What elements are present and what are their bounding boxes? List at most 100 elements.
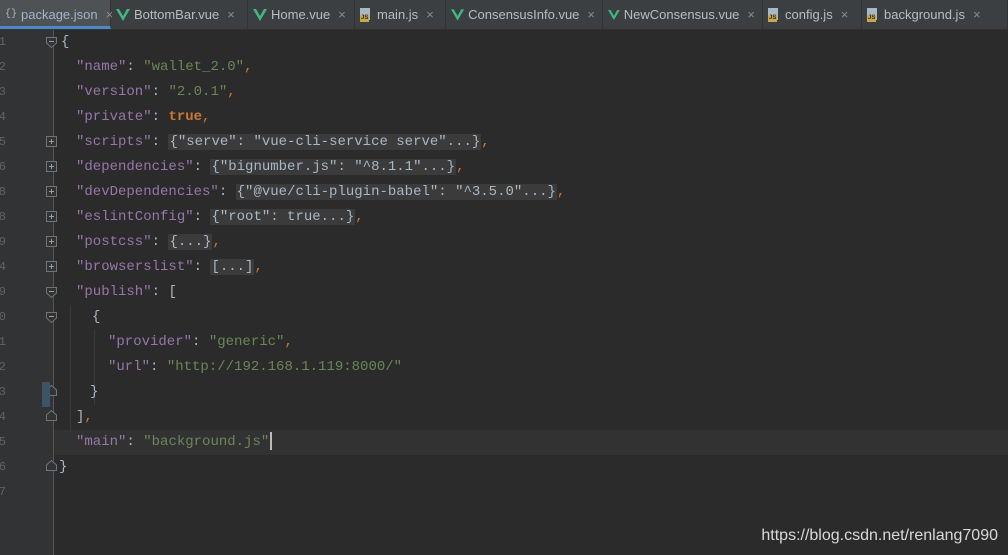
json-string: "2.0.1" [168, 84, 228, 100]
line-number: 4 [0, 410, 6, 424]
json-key: "name" [76, 59, 127, 75]
tab-label: BottomBar.vue [134, 7, 220, 22]
tab-label: Home.vue [271, 7, 331, 22]
code-line: "eslintConfig": {"root": true...}, [76, 209, 364, 225]
json-key: "provider" [108, 334, 193, 350]
code-line: } [59, 455, 1008, 480]
json-key: "scripts" [76, 134, 152, 150]
brace: } [59, 459, 68, 475]
line-number: 7 [0, 485, 6, 499]
tab-label: config.js [785, 7, 833, 22]
change-marker [42, 382, 50, 407]
json-key: "dependencies" [76, 159, 194, 175]
close-icon[interactable]: × [587, 7, 595, 22]
folded-region[interactable]: [...] [210, 259, 255, 275]
editor-gutter: 1 2 3 4 5 6 8 8 9 4 9 0 1 2 3 4 5 6 7 [0, 30, 57, 555]
vue-file-icon [253, 8, 267, 21]
close-icon[interactable]: × [338, 7, 346, 22]
line-number: 4 [0, 260, 6, 274]
folded-region[interactable]: {"serve": "vue-cli-service serve"...} [168, 134, 482, 150]
folded-region[interactable]: {"@vue/cli-plugin-babel": "^3.5.0"...} [235, 184, 557, 200]
json-file-icon: {} [5, 9, 18, 20]
code-line: "devDependencies": {"@vue/cli-plugin-bab… [76, 184, 566, 200]
tab-label: ConsensusInfo.vue [468, 7, 580, 22]
code-line: "browserslist": [...], [76, 259, 263, 275]
close-icon[interactable]: × [426, 7, 434, 22]
line-number: 0 [0, 310, 6, 324]
brace: { [61, 34, 70, 50]
code-line-current: "main": "background.js" [54, 430, 1008, 455]
json-key: "url" [108, 359, 151, 375]
close-icon[interactable]: × [747, 7, 755, 22]
line-number: 5 [0, 435, 6, 449]
code-editor[interactable]: { "name": "wallet_2.0", "version": "2.0.… [54, 30, 1008, 555]
tab-label: NewConsensus.vue [623, 7, 740, 22]
line-number: 6 [0, 460, 6, 474]
json-string: "generic" [208, 334, 285, 350]
text-caret [270, 432, 273, 451]
vue-file-icon [451, 8, 465, 21]
line-number: 2 [0, 360, 6, 374]
json-key: "version" [76, 84, 152, 100]
js-file-icon: JS [768, 7, 781, 22]
json-key: "eslintConfig" [76, 209, 194, 225]
code-line: "url": "http://192.168.1.119:8000/" [108, 359, 403, 375]
code-line: "name": "wallet_2.0", [76, 59, 253, 75]
tab-home-vue[interactable]: Home.vue × [248, 0, 355, 29]
code-line: "provider": "generic", [108, 334, 293, 350]
line-number: 8 [0, 185, 6, 199]
line-number: 9 [0, 235, 6, 249]
close-icon[interactable]: × [841, 7, 849, 22]
code-line: "publish": [ [76, 284, 177, 300]
line-number: 6 [0, 160, 6, 174]
line-number: 1 [0, 35, 6, 49]
line-number: 2 [0, 60, 6, 74]
tab-package-json[interactable]: {} package.json × [0, 0, 113, 29]
vue-file-icon [608, 9, 620, 20]
code-line: "private": true, [76, 109, 211, 125]
json-key: "private" [76, 109, 152, 125]
tab-config-js[interactable]: JS config.js × [763, 0, 862, 29]
js-file-icon: JS [867, 7, 880, 22]
folded-region[interactable]: {...} [168, 234, 213, 250]
code-line: "scripts": {"serve": "vue-cli-service se… [76, 134, 490, 150]
line-number: 3 [0, 85, 6, 99]
tab-bottombar-vue[interactable]: BottomBar.vue × [111, 0, 248, 29]
json-key: "main" [76, 434, 127, 450]
code-line: "version": "2.0.1", [76, 84, 236, 100]
tab-label: main.js [377, 7, 419, 22]
bracket: [ [168, 284, 177, 300]
editor-tab-bar: {} package.json × BottomBar.vue × Home.v… [0, 0, 1008, 30]
brace: { [92, 309, 101, 325]
tab-label: background.js [884, 7, 965, 22]
close-icon[interactable]: × [973, 7, 981, 22]
watermark: https://blog.csdn.net/renlang7090 [761, 527, 998, 544]
js-file-icon: JS [360, 7, 373, 22]
json-string: "wallet_2.0" [143, 59, 245, 75]
code-line: "dependencies": {"bignumber.js": "^8.1.1… [76, 159, 465, 175]
json-key: "devDependencies" [76, 184, 219, 200]
line-number: 8 [0, 210, 6, 224]
code-line: } [90, 380, 1008, 405]
json-key: "publish" [76, 284, 152, 300]
close-icon[interactable]: × [227, 7, 235, 22]
vue-file-icon [116, 8, 130, 21]
line-number: 5 [0, 135, 6, 149]
code-line: ], [76, 409, 93, 425]
tab-newconsensus-vue[interactable]: NewConsensus.vue × [603, 0, 763, 29]
json-key: "browserslist" [76, 259, 194, 275]
brace: } [90, 384, 99, 400]
line-number: 9 [0, 285, 6, 299]
json-string: "background.js" [143, 434, 270, 450]
code-line: "postcss": {...}, [76, 234, 221, 250]
tab-background-js[interactable]: JS background.js × [862, 0, 1008, 29]
folded-region[interactable]: {"root": true...} [210, 209, 356, 225]
folded-region[interactable]: {"bignumber.js": "^8.1.1"...} [210, 159, 457, 175]
line-number: 4 [0, 110, 6, 124]
tab-consensusinfo-vue[interactable]: ConsensusInfo.vue × [446, 0, 603, 29]
json-string: "http://192.168.1.119:8000/" [166, 359, 403, 375]
json-key: "postcss" [76, 234, 152, 250]
tab-main-js[interactable]: JS main.js × [355, 0, 446, 29]
code-line: { [92, 305, 1008, 330]
tab-label: package.json [21, 7, 98, 22]
